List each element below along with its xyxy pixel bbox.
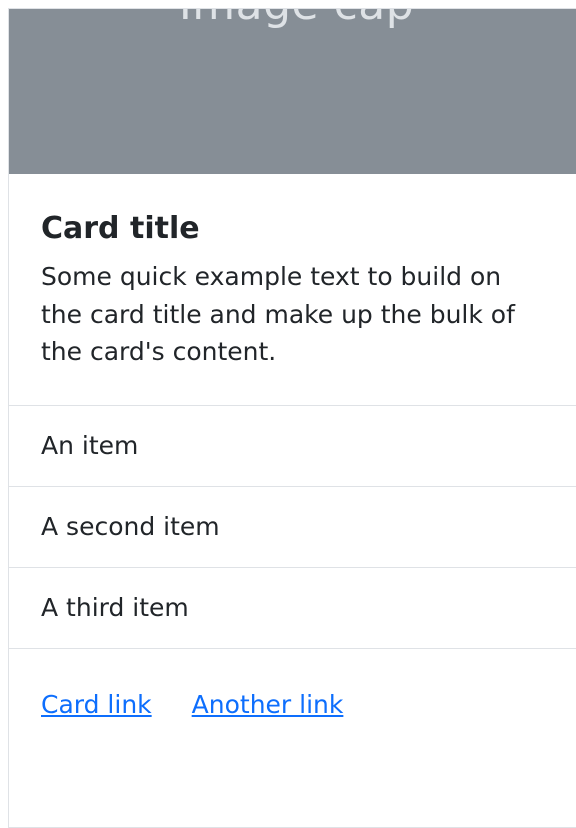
card-list-group: An item A second item A third item [9, 404, 576, 649]
list-item: A second item [9, 487, 576, 568]
card-links: Card link Another link [9, 649, 576, 761]
card-body: Card title Some quick example text to bu… [9, 174, 576, 405]
card-link[interactable]: Card link [41, 690, 152, 719]
card-image-placeholder: Image cap [9, 9, 576, 174]
card-title: Card title [41, 211, 200, 246]
card-text: Some quick example text to build on the … [41, 262, 515, 366]
list-item: An item [9, 406, 576, 487]
list-item: A third item [9, 568, 576, 649]
card: Image cap Card title Some quick example … [8, 8, 576, 828]
another-link[interactable]: Another link [192, 690, 344, 719]
image-cap-text: Image cap [9, 9, 576, 30]
